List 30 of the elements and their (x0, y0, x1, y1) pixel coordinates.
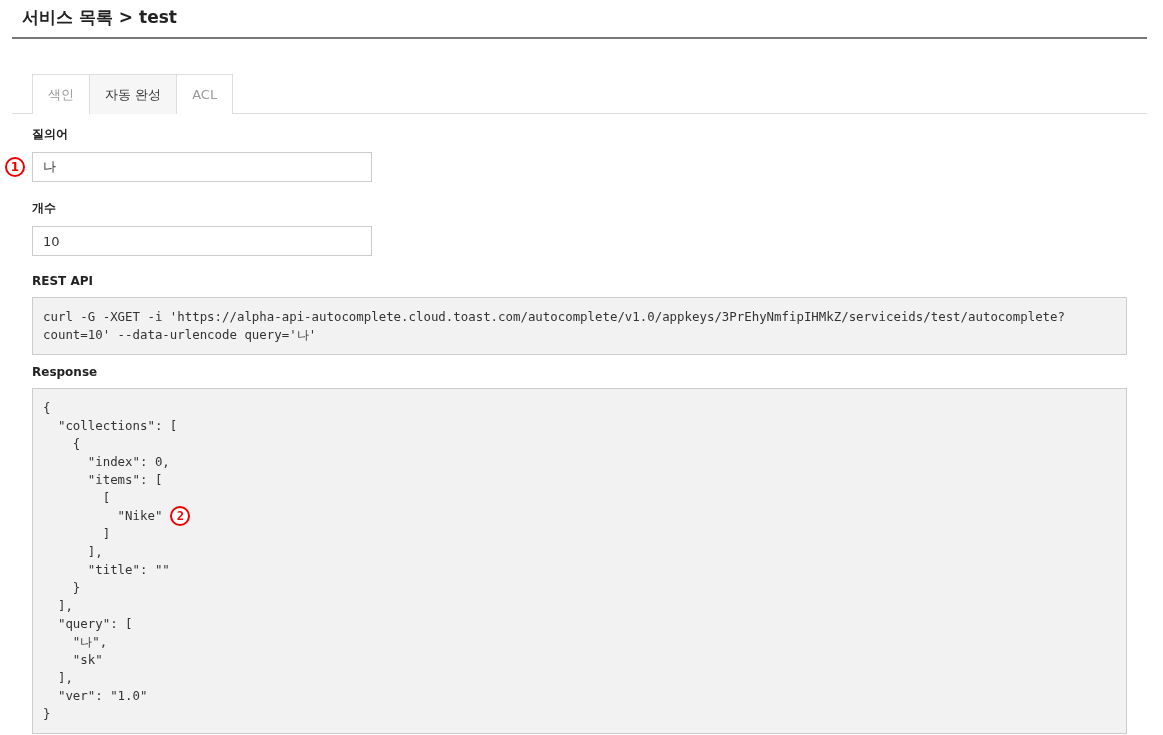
field-label: 질의어 (32, 126, 69, 143)
callout-badge: 2 (170, 506, 191, 526)
tab[interactable]: 자동 완성 (89, 74, 178, 114)
code-line: "items": [ (86, 471, 163, 489)
code-line: } (71, 579, 81, 597)
code-line: ] (101, 525, 111, 543)
code-line: [ (101, 489, 111, 507)
input-field[interactable]: 10 (32, 226, 372, 256)
code-line: { (71, 435, 81, 453)
callout-badge: 1 (5, 157, 25, 177)
input-field[interactable]: 나 (32, 152, 372, 182)
code-line: "sk" (71, 651, 103, 669)
code-line: "title": "" (86, 561, 170, 579)
code-line: "나", (71, 633, 108, 651)
code-line: ], (86, 543, 103, 561)
code-line: "ver": "1.0" (56, 687, 148, 705)
page-title: 서비스 목록 > test (22, 6, 178, 29)
code-line: "collections": [ (56, 417, 178, 435)
field-label: 개수 (32, 200, 57, 217)
code-line: "query": [ (56, 615, 133, 633)
code-line: } (43, 705, 51, 723)
code-line: ], (56, 669, 73, 687)
code-line: count=10' --data-urlencode query='나' (43, 326, 317, 344)
code-line: { (43, 399, 51, 417)
section-label: REST API (32, 274, 94, 288)
code-line: "Nike" (116, 507, 163, 525)
section-label: Response (32, 365, 99, 379)
code-line: curl -G -XGET -i 'https://alpha-api-autocomplete.cloud.toast.com/autocomplete/v1.0/appkeys/3PrEhyNmfipIHMkZ/serviceids/test/autocomplete? (43, 308, 1065, 326)
code-line: ], (56, 597, 73, 615)
code-line: "index": 0, (86, 453, 170, 471)
